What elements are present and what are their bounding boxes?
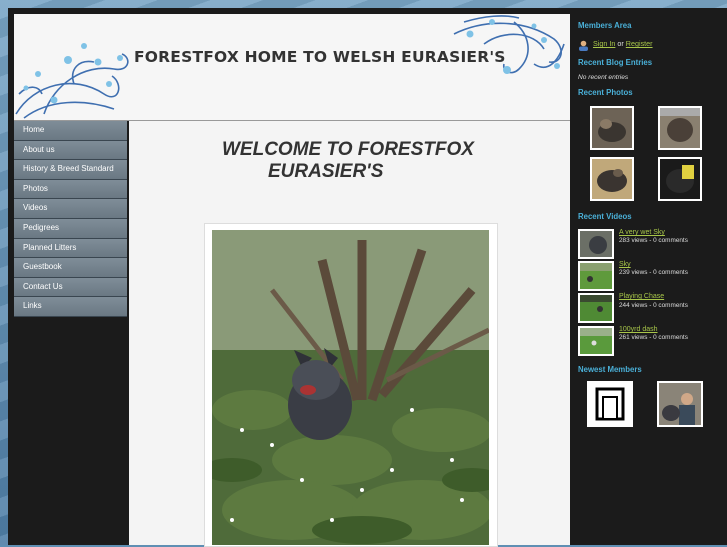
recent-videos-heading: Recent Videos — [578, 212, 632, 221]
recent-photo-3[interactable] — [590, 157, 634, 201]
recent-photo-2[interactable] — [658, 106, 702, 150]
video-title-4[interactable]: 100yrd dash — [619, 326, 658, 333]
welcome-heading: WELCOME TO FORESTFOX EURASIER'S — [222, 139, 522, 183]
video-meta-2: 239 views - 0 comments — [619, 269, 688, 276]
video-thumb-3[interactable] — [578, 293, 614, 323]
floral-decoration — [15, 15, 565, 119]
nav-item-pedigrees[interactable]: Pedigrees — [14, 218, 127, 239]
nav-item-videos[interactable]: Videos — [14, 199, 127, 219]
nav-item-planned-litters[interactable]: Planned Litters — [14, 238, 127, 259]
nav-item-about-us[interactable]: About us — [14, 140, 127, 161]
site-header: FORESTFOX HOME TO WELSH EURASIER'S — [14, 14, 570, 120]
recent-blog-heading: Recent Blog Entries — [578, 58, 653, 67]
featured-dog-photo — [212, 230, 489, 545]
video-thumb-2[interactable] — [578, 261, 614, 291]
video-meta-4: 261 views - 0 comments — [619, 334, 688, 341]
welcome-line-1: WELCOME TO FORESTFOX — [222, 139, 474, 160]
member-avatar-1[interactable] — [587, 381, 633, 427]
video-title-3[interactable]: Playing Chase — [619, 293, 664, 300]
recent-photo-1[interactable] — [590, 106, 634, 150]
nav-item-photos[interactable]: Photos — [14, 179, 127, 200]
main-nav: Home About us History & Breed Standard P… — [14, 121, 127, 317]
video-meta-1: 283 views - 0 comments — [619, 237, 688, 244]
newest-members-heading: Newest Members — [578, 365, 642, 374]
register-link[interactable]: Register — [626, 39, 653, 48]
video-thumb-4[interactable] — [578, 326, 614, 356]
video-title-1[interactable]: A very wet Sky — [619, 229, 665, 236]
members-area-heading: Members Area — [578, 21, 632, 30]
recent-photo-4[interactable] — [658, 157, 702, 201]
recent-photos-heading: Recent Photos — [578, 88, 633, 97]
nav-item-history[interactable]: History & Breed Standard — [14, 160, 127, 180]
user-icon — [578, 38, 589, 51]
sign-in-link[interactable]: Sign In — [593, 39, 615, 48]
members-auth-links: Sign In or Register — [593, 39, 653, 48]
nav-item-home[interactable]: Home — [14, 121, 127, 141]
no-recent-entries: No recent entries — [578, 74, 629, 81]
site-title: FORESTFOX HOME TO WELSH EURASIER'S — [134, 48, 506, 66]
video-meta-3: 244 views - 0 comments — [619, 302, 688, 309]
nav-item-contact-us[interactable]: Contact Us — [14, 277, 127, 298]
member-avatar-2[interactable] — [657, 381, 703, 427]
video-thumb-1[interactable] — [578, 229, 614, 259]
or-text: or — [617, 39, 624, 48]
nav-item-links[interactable]: Links — [14, 297, 127, 317]
welcome-line-2: EURASIER'S — [268, 161, 384, 182]
nav-item-guestbook[interactable]: Guestbook — [14, 258, 127, 278]
video-title-2[interactable]: Sky — [619, 261, 631, 268]
